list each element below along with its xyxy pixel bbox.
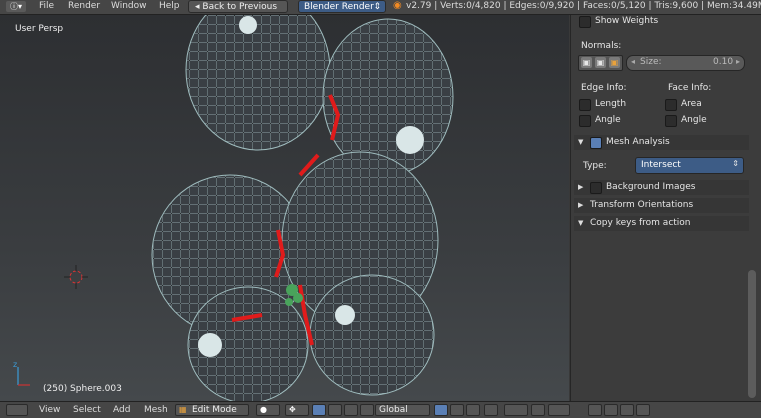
scale-manipulator[interactable] [360, 404, 374, 416]
mesh-analysis-checkbox[interactable] [590, 137, 602, 149]
normals-size-field[interactable]: ◂ Size: 0.10 ▸ [626, 55, 745, 71]
area-checkbox[interactable] [665, 99, 677, 111]
length-label: Length [595, 99, 627, 109]
info-editor-icon[interactable]: ⓘ▾ [6, 1, 26, 12]
snap-element-dropdown[interactable] [548, 404, 570, 416]
menu-select[interactable]: Select [73, 405, 101, 415]
snap-toggle[interactable] [531, 404, 545, 416]
layer-2-button[interactable] [450, 404, 464, 416]
edit-mode-icon: ▦ [179, 405, 187, 414]
type-label: Type: [583, 161, 607, 171]
increment-icon[interactable]: ▸ [736, 57, 740, 66]
layer-3-button[interactable] [466, 404, 480, 416]
face-normals-icon[interactable]: ▣ [609, 57, 620, 68]
type-value: Intersect [641, 160, 681, 170]
expand-down-icon: ▼ [578, 219, 584, 227]
camera-icon[interactable] [620, 404, 634, 416]
render-engine-dropdown[interactable]: Blender Render ⇕ [298, 0, 386, 13]
edge-info-label: Edge Info: [581, 83, 627, 93]
menu-mesh[interactable]: Mesh [144, 405, 168, 415]
back-to-previous-label: Back to Previous [202, 2, 278, 12]
back-to-previous-button[interactable]: ◂ Back to Previous [188, 0, 288, 13]
editor-type-icon[interactable] [6, 404, 28, 416]
rotate-manipulator[interactable] [344, 404, 358, 416]
expand-down-icon: ▼ [578, 138, 584, 146]
show-weights-label: Show Weights [595, 16, 659, 26]
transform-orientations-header[interactable]: ▶ Transform Orientations [574, 198, 749, 213]
properties-panel: Show Weights Normals: ▣ ▣ ▣ ◂ Size: 0.10… [570, 15, 761, 401]
background-images-header[interactable]: ▶ Background Images [574, 180, 749, 195]
3d-viewport[interactable]: User Persp z (250) Sphere.003 [0, 15, 569, 401]
area-label: Area [681, 99, 702, 109]
menu-file[interactable]: File [39, 1, 54, 11]
render-engine-label: Blender Render [304, 2, 374, 12]
3d-cursor-icon[interactable] [64, 265, 88, 289]
axis-gizmo-icon: z [13, 360, 30, 386]
mode-label: Edit Mode [192, 405, 237, 415]
menu-window[interactable]: Window [111, 1, 147, 11]
3d-view-header: View Select Add Mesh ▦ Edit Mode ● ✥ Glo… [0, 401, 761, 418]
translate-manipulator[interactable] [328, 404, 342, 416]
expand-right-icon: ▶ [578, 183, 584, 191]
proportional-edit-dropdown[interactable] [504, 404, 528, 416]
object-status: (250) Sphere.003 [43, 384, 122, 394]
transform-orientations-label: Transform Orientations [590, 200, 694, 210]
normals-label: Normals: [581, 41, 622, 51]
copy-keys-label: Copy keys from action [590, 218, 691, 228]
type-dropdown[interactable]: Intersect ⇕ [635, 157, 744, 174]
orientation-label: Global [379, 405, 408, 415]
normals-toggle-group: ▣ ▣ ▣ [578, 55, 623, 71]
show-weights-checkbox[interactable] [579, 16, 591, 28]
mesh-analysis-label: Mesh Analysis [606, 137, 670, 147]
pivot-point-dropdown[interactable]: ✥ [285, 404, 309, 416]
vertex-normals-icon[interactable]: ▣ [581, 57, 592, 68]
size-value: 0.10 [713, 57, 734, 67]
svg-text:z: z [13, 360, 17, 369]
edge-angle-checkbox[interactable] [579, 115, 591, 127]
mesh-spheres[interactable]: z [0, 15, 569, 401]
length-checkbox[interactable] [579, 99, 591, 111]
manipulator-toggle[interactable] [312, 404, 326, 416]
top-menu-bar: ⓘ▾ File Render Window Help ◂ Back to Pre… [0, 0, 761, 15]
menu-help[interactable]: Help [159, 1, 180, 11]
blender-logo-icon: ◉ [393, 0, 402, 11]
vertex-select-button[interactable] [484, 404, 498, 416]
face-angle-label: Angle [681, 115, 707, 125]
layer-1-button[interactable] [434, 404, 448, 416]
panel-scrollbar[interactable] [748, 270, 756, 398]
face-info-label: Face Info: [668, 83, 712, 93]
background-images-label: Background Images [606, 182, 696, 192]
orientation-dropdown[interactable]: Global [375, 404, 430, 416]
copy-keys-header[interactable]: ▼ Copy keys from action [574, 216, 749, 231]
solid-shading-icon: ● [260, 405, 267, 414]
opengl-render-button[interactable] [588, 404, 602, 416]
chevron-updown-icon: ⇕ [732, 159, 739, 168]
decrement-icon[interactable]: ◂ [631, 57, 635, 66]
menu-render[interactable]: Render [68, 1, 100, 11]
background-images-checkbox[interactable] [590, 182, 602, 194]
render-animation-button[interactable] [604, 404, 618, 416]
scene-stats: v2.79 | Verts:0/4,820 | Edges:0/9,920 | … [406, 1, 761, 11]
split-normals-icon[interactable]: ▣ [595, 57, 606, 68]
face-angle-checkbox[interactable] [665, 115, 677, 127]
expand-right-icon: ▶ [578, 201, 584, 209]
mesh-analysis-header[interactable]: ▼ Mesh Analysis [574, 135, 749, 150]
chevron-updown-icon: ⇕ [373, 2, 381, 12]
render-icon[interactable] [636, 404, 650, 416]
pivot-icon: ✥ [289, 405, 296, 414]
menu-view[interactable]: View [39, 405, 60, 415]
menu-add[interactable]: Add [113, 405, 130, 415]
size-label: Size: [640, 57, 662, 67]
edge-angle-label: Angle [595, 115, 621, 125]
mode-dropdown[interactable]: ▦ Edit Mode [175, 404, 249, 416]
viewport-shading-dropdown[interactable]: ● [256, 404, 280, 416]
